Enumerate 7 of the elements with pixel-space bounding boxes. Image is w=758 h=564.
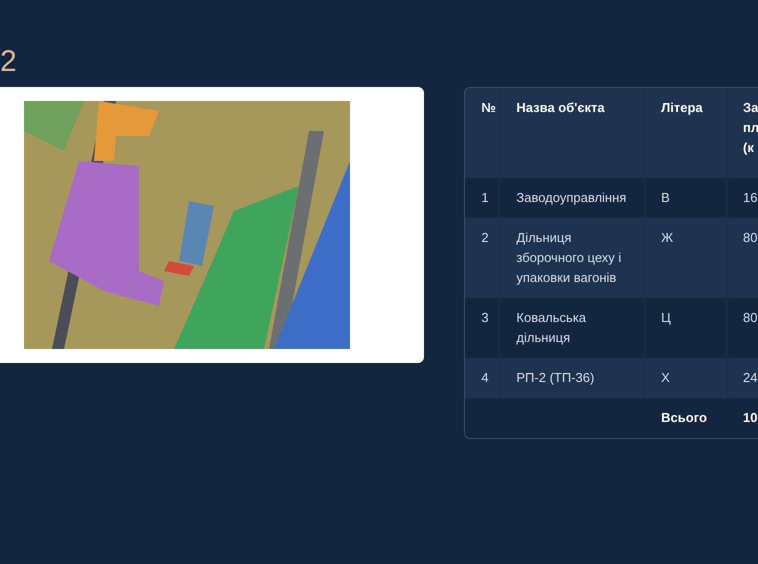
- table-cell-text: 80: [742, 229, 758, 247]
- slide-heading: 2: [0, 44, 16, 80]
- table-cell-text: 16: [742, 189, 758, 207]
- table-cell-text: 80: [742, 309, 758, 327]
- total-value: 10: [742, 409, 758, 427]
- table-cell-text: 24: [742, 369, 758, 387]
- total-label: Всього: [660, 409, 708, 427]
